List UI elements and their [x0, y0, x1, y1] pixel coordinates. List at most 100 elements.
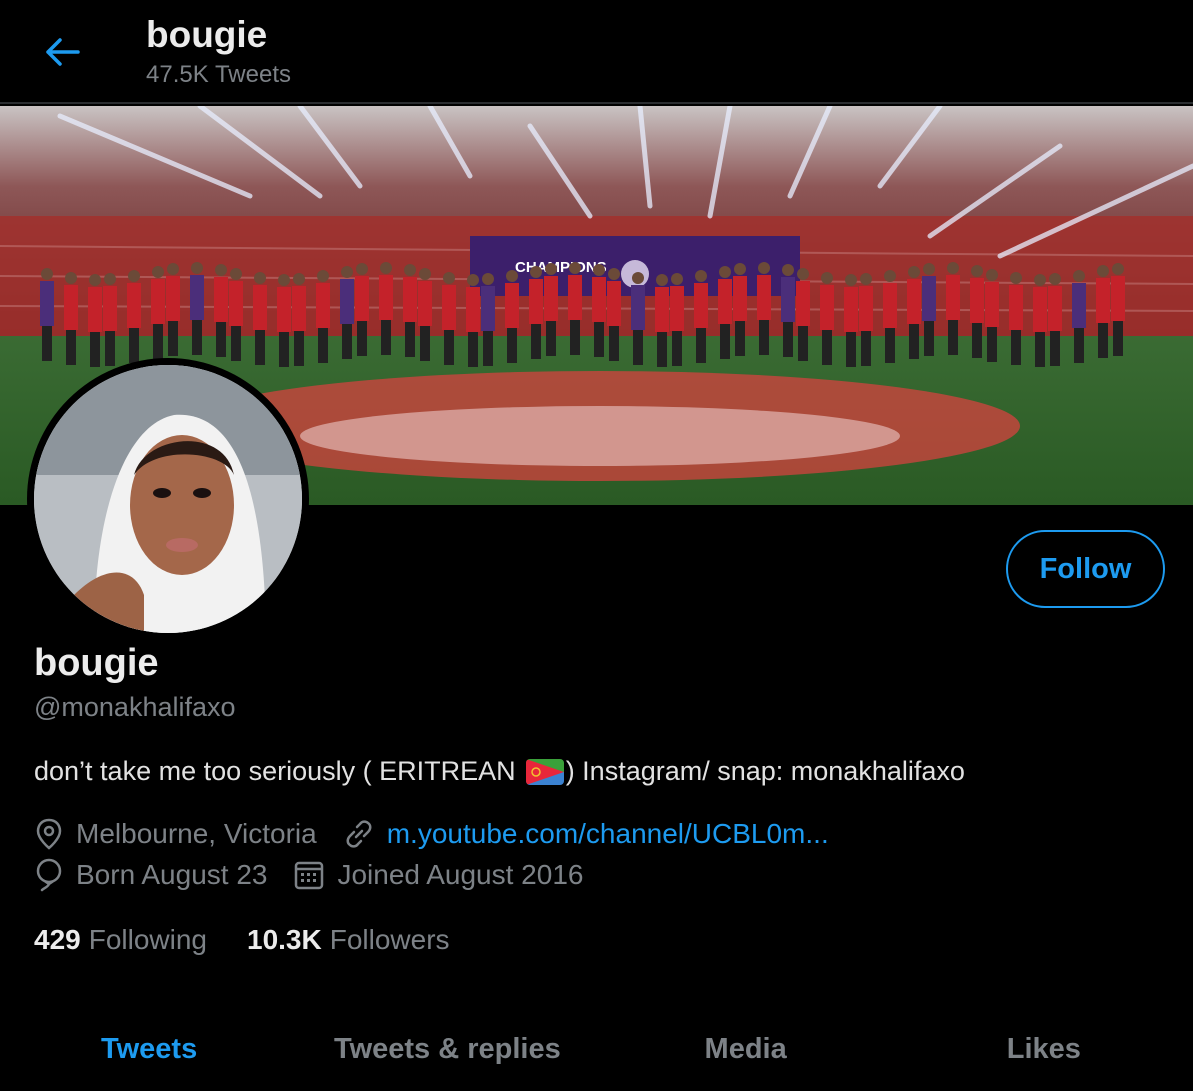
banner-player-legs [420, 326, 430, 361]
banner-player [907, 279, 921, 324]
banner-player-legs [987, 327, 997, 362]
followers-stat[interactable]: 10.3K Followers [247, 924, 450, 956]
banner-player-legs [885, 328, 895, 363]
following-label: Following [88, 924, 207, 955]
banner-player [1033, 287, 1047, 332]
tab-likes[interactable]: Likes [895, 1008, 1193, 1091]
banner-player-legs [255, 330, 265, 365]
banner-player [340, 279, 354, 324]
banner-player-legs [153, 324, 163, 359]
birthday-text: Born August 23 [76, 859, 268, 890]
banner-player-legs [861, 331, 871, 366]
banner-player-legs [531, 324, 541, 359]
banner-player-legs [1098, 323, 1108, 358]
banner-player [970, 278, 984, 323]
banner-player-legs [735, 321, 745, 356]
banner-player [568, 275, 582, 320]
banner-player-head [908, 266, 920, 278]
website-link[interactable]: m.youtube.com/channel/UCBL0m... [387, 818, 829, 850]
banner-player-legs [798, 326, 808, 361]
banner-player-head [254, 272, 266, 284]
banner-player-legs [822, 330, 832, 365]
followers-label: Followers [329, 924, 450, 955]
banner-player-legs [570, 320, 580, 355]
follow-button[interactable]: Follow [1006, 530, 1165, 608]
follow-stats: 429 Following 10.3K Followers [34, 924, 490, 956]
calendar-icon [295, 861, 324, 890]
banner-player [88, 287, 102, 332]
banner-player-legs [972, 323, 982, 358]
banner-player-legs [696, 328, 706, 363]
banner-player [718, 279, 732, 324]
banner-player [253, 285, 267, 330]
banner-player-head [419, 268, 431, 280]
banner-player-legs [1113, 321, 1123, 356]
banner-player-head [356, 263, 368, 275]
banner-player-head [1097, 265, 1109, 277]
banner-player-legs [381, 320, 391, 355]
banner-player [1111, 276, 1125, 321]
banner-player-legs [192, 320, 202, 355]
banner-player [277, 287, 291, 332]
banner-player-legs [759, 320, 769, 355]
banner-player-legs [357, 321, 367, 356]
banner-player-legs [672, 331, 682, 366]
banner-player-legs [507, 328, 517, 363]
banner-player-head [506, 270, 518, 282]
banner-player [883, 283, 897, 328]
birthday: Born August 23 [34, 858, 267, 892]
link-icon [346, 820, 372, 848]
banner-player-legs [318, 328, 328, 363]
profile-tabs: Tweets Tweets & replies Media Likes [0, 1008, 1193, 1091]
banner-player [316, 283, 330, 328]
banner-player-legs [342, 324, 352, 359]
banner-player-legs [783, 322, 793, 357]
back-button[interactable] [40, 30, 84, 74]
avatar[interactable] [27, 358, 309, 640]
banner-player-head [380, 262, 392, 274]
joined-text: Joined August 2016 [337, 859, 584, 890]
banner-player-legs [720, 324, 730, 359]
banner-player-legs [1035, 332, 1045, 367]
profile-meta-row-2: Born August 23 Joined August 2016 [34, 858, 609, 892]
banner-player-head [845, 274, 857, 286]
banner-player-head [782, 264, 794, 276]
tab-media[interactable]: Media [597, 1008, 895, 1091]
banner-player-head [656, 274, 668, 286]
banner-player [694, 283, 708, 328]
banner-player [670, 286, 684, 331]
banner-player-head [1010, 272, 1022, 284]
banner-player-head [986, 269, 998, 281]
banner-player-head [278, 274, 290, 286]
banner-player-legs [168, 321, 178, 356]
avatar-photo [34, 365, 302, 633]
banner-player-legs [909, 324, 919, 359]
profile-bio: don’t take me too seriously ( ERITREAN )… [34, 756, 965, 787]
location: Melbourne, Victoria [34, 818, 317, 850]
banner-player-head [671, 273, 683, 285]
banner-player-legs [468, 332, 478, 367]
banner-player-head [230, 268, 242, 280]
tab-tweets-and-replies[interactable]: Tweets & replies [298, 1008, 596, 1091]
banner-player [481, 286, 495, 331]
banner-player [418, 281, 432, 326]
balloon-icon [36, 858, 62, 892]
banner-player-legs [594, 322, 604, 357]
banner-player [922, 276, 936, 321]
following-stat[interactable]: 429 Following [34, 924, 207, 956]
banner-player-head [41, 268, 53, 280]
banner-player-legs [924, 321, 934, 356]
banner-player-legs [105, 331, 115, 366]
banner-player-head [947, 262, 959, 274]
website[interactable]: m.youtube.com/channel/UCBL0m... [343, 818, 829, 850]
banner-player-legs [279, 332, 289, 367]
banner-player-head [104, 273, 116, 285]
banner-player [544, 276, 558, 321]
bio-text-start: don’t take me too seriously ( ERITREAN [34, 756, 516, 786]
tab-tweets[interactable]: Tweets [0, 1008, 298, 1091]
banner-player [757, 275, 771, 320]
banner-player [292, 286, 306, 331]
banner-player [466, 287, 480, 332]
banner-player-head [317, 270, 329, 282]
banner-player [403, 277, 417, 322]
